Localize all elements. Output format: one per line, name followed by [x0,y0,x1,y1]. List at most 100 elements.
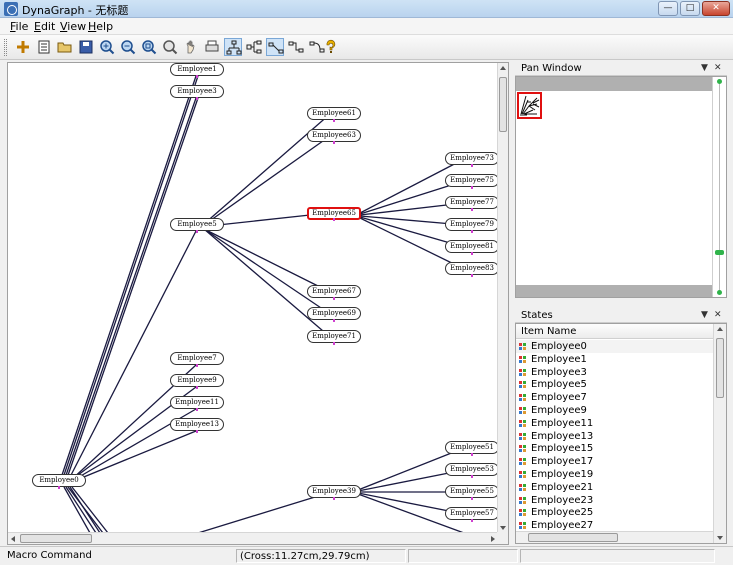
zoom-out-button[interactable] [119,38,137,56]
list-item[interactable]: Employee23 [516,494,713,507]
node-employee73[interactable]: Employee73 [445,152,498,167]
node-employee9[interactable]: Employee9 [170,374,224,389]
pan-window[interactable] [515,76,727,298]
list-item[interactable]: Employee21 [516,481,713,494]
list-item[interactable]: Employee15 [516,442,713,455]
horizontal-layout-icon [246,40,262,54]
node-employee71[interactable]: Employee71 [307,330,361,345]
diagram-canvas[interactable]: Employee1 Employee3 Employee5 Employee7 … [8,63,498,533]
list-item[interactable]: Employee19 [516,468,713,481]
toolbar-grip[interactable] [4,39,7,56]
menu-file[interactable]: File [10,20,28,33]
maximize-button[interactable]: □ [680,1,700,16]
node-employee79[interactable]: Employee79 [445,218,498,233]
close-button[interactable]: ✕ [702,1,730,16]
list-item[interactable]: Employee7 [516,391,713,404]
node-employee51[interactable]: Employee51 [445,441,498,456]
node-employee53[interactable]: Employee53 [445,463,498,478]
node-employee3[interactable]: Employee3 [170,85,224,100]
node-employee0[interactable]: Employee0 [32,474,86,489]
save-button[interactable] [77,38,95,56]
column-header-item-name[interactable]: Item Name [516,324,713,339]
print-button[interactable] [203,38,221,56]
node-employee39[interactable]: Employee39 [307,485,361,500]
horizontal-layout-button[interactable] [245,38,263,56]
pan-background-top [516,77,713,91]
node-employee7[interactable]: Employee7 [170,352,224,367]
slider-bottom-handle[interactable] [717,290,722,295]
states-vertical-scrollbar[interactable] [713,324,726,543]
scroll-thumb[interactable] [528,533,618,542]
tree-layout-button[interactable] [224,38,242,56]
node-employee67[interactable]: Employee67 [307,285,361,300]
zoom-fit-icon [142,40,157,55]
port-dot [471,164,473,167]
node-employee1[interactable]: Employee1 [170,63,224,78]
connector-step-button[interactable] [287,38,305,56]
node-employee61[interactable]: Employee61 [307,107,361,122]
list-item-label: Employee17 [531,456,594,468]
node-employee5[interactable]: Employee5 [170,218,224,233]
states-close-icon[interactable]: ✕ [714,308,722,323]
pan-window-dropdown-icon[interactable]: ▼ [701,61,708,76]
zoom-in-button[interactable] [98,38,116,56]
node-employee57[interactable]: Employee57 [445,507,498,522]
node-label: Employee0 [39,476,79,484]
node-employee65[interactable]: Employee65 [307,207,361,221]
diagram-view[interactable]: Employee1 Employee3 Employee5 Employee7 … [7,62,509,545]
node-employee81[interactable]: Employee81 [445,240,498,255]
connector-button[interactable] [266,38,284,56]
node-employee11[interactable]: Employee11 [170,396,224,411]
zoom-window-button[interactable] [161,38,179,56]
list-item[interactable]: Employee5 [516,378,713,391]
help-button[interactable] [322,38,340,56]
scroll-up-icon[interactable] [500,66,506,70]
states-rows: Employee0 Employee1 Employee3 Employee5 Empl… [516,340,713,532]
scroll-left-icon[interactable] [11,536,15,542]
port-dot [333,497,335,500]
list-item[interactable]: Employee17 [516,455,713,468]
canvas-horizontal-scrollbar[interactable] [8,532,498,544]
pan-viewport-rect[interactable] [517,92,542,119]
node-employee13[interactable]: Employee13 [170,418,224,433]
canvas-vertical-scrollbar[interactable] [497,63,508,533]
menu-view[interactable]: View [60,20,86,33]
minimize-button[interactable]: — [658,1,678,16]
menu-help[interactable]: Help [88,20,113,33]
list-item[interactable]: Employee1 [516,353,713,366]
list-item[interactable]: Employee25 [516,506,713,519]
list-item[interactable]: Employee0 [516,340,713,353]
pan-window-close-icon[interactable]: ✕ [714,61,722,76]
node-employee63[interactable]: Employee63 [307,129,361,144]
scroll-up-icon[interactable] [717,327,723,331]
pan-zoom-slider[interactable] [712,77,726,297]
document-list-icon [38,40,50,54]
zoom-fit-button[interactable] [140,38,158,56]
menu-edit[interactable]: Edit [34,20,55,33]
scroll-right-icon[interactable] [491,536,495,542]
states-horizontal-scrollbar[interactable] [516,531,713,543]
scroll-thumb[interactable] [499,77,507,132]
window-title: DynaGraph - 无标题 [22,4,129,17]
slider-handle[interactable] [715,250,724,255]
node-employee77[interactable]: Employee77 [445,196,498,211]
node-employee75[interactable]: Employee75 [445,174,498,189]
scroll-thumb[interactable] [716,338,724,398]
scroll-down-icon[interactable] [500,526,506,530]
node-employee55[interactable]: Employee55 [445,485,498,500]
scroll-down-icon[interactable] [717,536,723,540]
states-dropdown-icon[interactable]: ▼ [701,308,708,323]
states-list[interactable]: Item Name Employee0 Employee1 Employee3 Emp… [515,323,727,544]
open-button[interactable] [56,38,74,56]
scroll-thumb[interactable] [20,534,92,543]
node-employee69[interactable]: Employee69 [307,307,361,322]
list-item[interactable]: Employee11 [516,417,713,430]
node-employee83[interactable]: Employee83 [445,262,498,277]
list-item[interactable]: Employee13 [516,430,713,443]
slider-top-handle[interactable] [717,79,722,84]
properties-button[interactable] [35,38,53,56]
list-item[interactable]: Employee3 [516,366,713,379]
pan-button[interactable] [182,38,200,56]
add-node-button[interactable] [14,38,32,56]
list-item[interactable]: Employee9 [516,404,713,417]
